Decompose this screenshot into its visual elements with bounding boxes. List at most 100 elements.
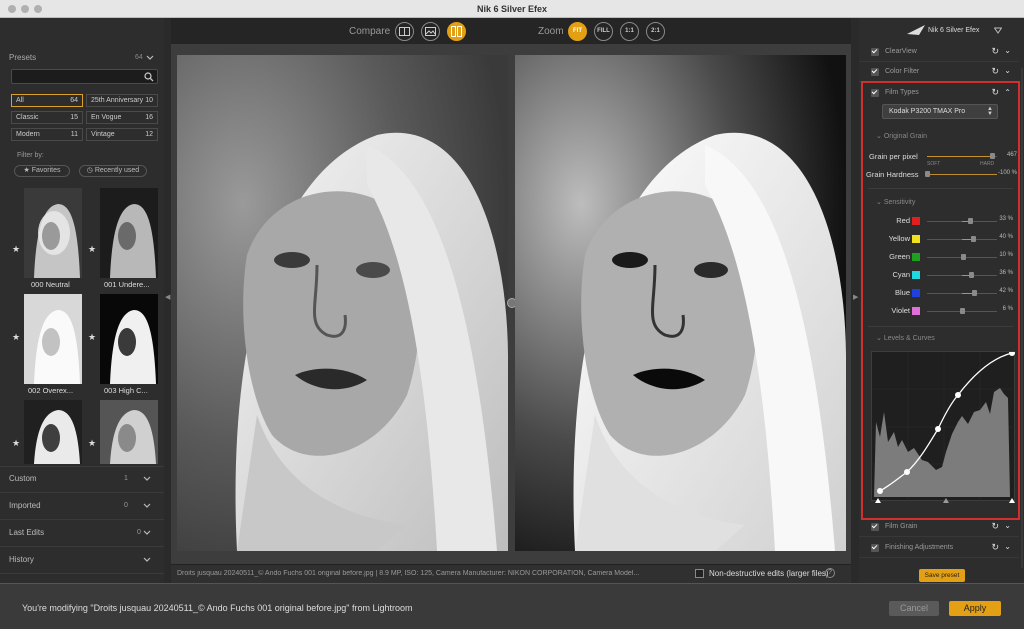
slider-thumb[interactable] [925,171,930,177]
group-last-edits-label[interactable]: Last Edits [9,528,44,537]
chevron-down-icon[interactable]: ⌄ [1004,542,1011,551]
category-25th-anniversary[interactable]: 25th Anniversary 10 [86,94,158,107]
chevron-down-icon[interactable] [143,475,151,482]
grain-per-pixel-slider[interactable] [927,153,997,159]
chevron-down-icon[interactable]: ⌄ [1004,521,1011,530]
category-en-vogue[interactable]: En Vogue 16 [86,111,158,124]
favorite-star-icon[interactable]: ★ [88,438,96,449]
dropdown-triangle-icon[interactable] [994,27,1002,34]
reset-icon[interactable]: ↻ [991,521,999,532]
sensitivity-blue-slider[interactable] [927,290,997,296]
film-grain-checkbox[interactable] [871,523,879,531]
preset-search-field[interactable] [11,69,158,84]
category-all[interactable]: All 64 [11,94,83,107]
recently-used-filter-button[interactable]: ◷ Recently used [79,165,147,177]
slider-thumb[interactable] [968,218,974,224]
sensitivity-green-slider[interactable] [927,254,997,260]
clearview-checkbox[interactable] [871,48,879,56]
compare-loupe-button[interactable] [421,22,440,41]
curve-point[interactable] [935,426,941,432]
slider-thumb[interactable] [960,308,965,314]
close-window-button[interactable] [8,5,16,13]
favorite-star-icon[interactable]: ★ [88,332,96,343]
non-destructive-checkbox[interactable] [695,569,704,578]
help-button[interactable]: ? [825,568,835,578]
favorite-star-icon[interactable]: ★ [88,244,96,255]
cancel-button[interactable]: Cancel [889,601,939,616]
compare-side-by-side-button[interactable] [447,22,466,41]
reset-icon[interactable]: ↻ [991,87,999,98]
panel-scrollbar[interactable] [1021,68,1023,568]
minimize-window-button[interactable] [21,5,29,13]
favorite-star-icon[interactable]: ★ [12,438,20,449]
slider-thumb[interactable] [971,236,977,242]
zoom-fill-button[interactable]: FILL [594,22,613,41]
sensitivity-violet-slider[interactable] [927,308,997,314]
reset-icon[interactable]: ↻ [991,46,999,57]
group-imported-label[interactable]: Imported [9,501,41,510]
preset-thumbnail-002[interactable] [24,294,82,384]
favorites-filter-button[interactable]: ★ Favorites [14,165,70,177]
midpoint-handle[interactable] [943,498,949,503]
apply-button[interactable]: Apply [949,601,1001,616]
chevron-down-icon: ⌄ [876,335,884,342]
slider-thumb[interactable] [971,290,977,296]
original-grain-title[interactable]: ⌄ Original Grain [876,132,927,140]
favorite-star-icon[interactable]: ★ [12,244,20,255]
sensitivity-cyan-slider[interactable] [927,272,997,278]
preset-thumbnail-001[interactable] [100,188,158,278]
chevron-down-icon[interactable] [143,529,151,536]
curve-point[interactable] [1009,350,1015,356]
compare-split-button[interactable] [395,22,414,41]
section-color-filter[interactable]: Color Filter ↻ ⌄ [859,62,1019,82]
category-vintage[interactable]: Vintage 12 [86,128,158,141]
before-preview-image[interactable] [177,55,508,551]
preset-thumbnail-005[interactable] [100,400,158,464]
finishing-checkbox[interactable] [871,544,879,552]
slider-thumb[interactable] [961,254,967,260]
zoom-fit-button[interactable]: FIT [568,22,587,41]
white-point-handle[interactable] [1009,498,1015,503]
chevron-down-icon[interactable]: ⌄ [1004,46,1011,55]
preset-thumbnail-004[interactable] [24,400,82,464]
preset-thumbnail-003[interactable] [100,294,158,384]
section-film-grain[interactable]: Film Grain ↻ ⌄ [859,517,1019,537]
chevron-down-icon[interactable] [143,502,151,509]
chevron-up-icon[interactable]: ⌃ [1004,88,1011,97]
favorite-star-icon[interactable]: ★ [12,332,20,343]
reset-icon[interactable]: ↻ [991,66,999,77]
grain-hardness-slider[interactable] [925,171,997,177]
section-film-types[interactable]: Film Types ↻ ⌃ [859,83,1019,103]
zoom-2-1-button[interactable]: 2:1 [646,22,665,41]
chevron-down-icon[interactable] [143,556,151,563]
group-history-label[interactable]: History [9,555,34,564]
slider-thumb[interactable] [969,272,975,278]
save-preset-button[interactable]: Save preset [919,569,965,582]
category-classic[interactable]: Classic 15 [11,111,83,124]
sensitivity-red-slider[interactable] [927,218,997,224]
chevron-down-icon[interactable] [146,54,154,61]
film-type-select[interactable]: Kodak P3200 TMAX Pro ▲ ▼ [882,104,998,119]
color-filter-checkbox[interactable] [871,68,879,76]
section-clearview[interactable]: ClearView ↻ ⌄ [859,42,1019,62]
chevron-down-icon[interactable]: ⌄ [1004,66,1011,75]
curve-point[interactable] [904,469,910,475]
curve-point[interactable] [955,392,961,398]
preset-thumbnail-000[interactable] [24,188,82,278]
section-finishing-adjustments[interactable]: Finishing Adjustments ↻ ⌄ [859,538,1019,558]
zoom-window-button[interactable] [34,5,42,13]
levels-curves-title[interactable]: ⌄ Levels & Curves [876,334,935,342]
sensitivity-title[interactable]: ⌄ Sensitivity [876,198,915,206]
zoom-1-1-button[interactable]: 1:1 [620,22,639,41]
preset-search-input[interactable] [14,71,139,82]
group-custom-label[interactable]: Custom [9,474,37,483]
levels-slider[interactable] [871,494,1017,504]
film-types-checkbox[interactable] [871,89,879,97]
reset-icon[interactable]: ↻ [991,542,999,553]
search-icon[interactable] [144,72,154,82]
category-modern[interactable]: Modern 11 [11,128,83,141]
black-point-handle[interactable] [875,498,881,503]
sensitivity-yellow-slider[interactable] [927,236,997,242]
levels-curves-editor[interactable] [871,350,1016,502]
after-preview-image[interactable] [515,55,846,551]
